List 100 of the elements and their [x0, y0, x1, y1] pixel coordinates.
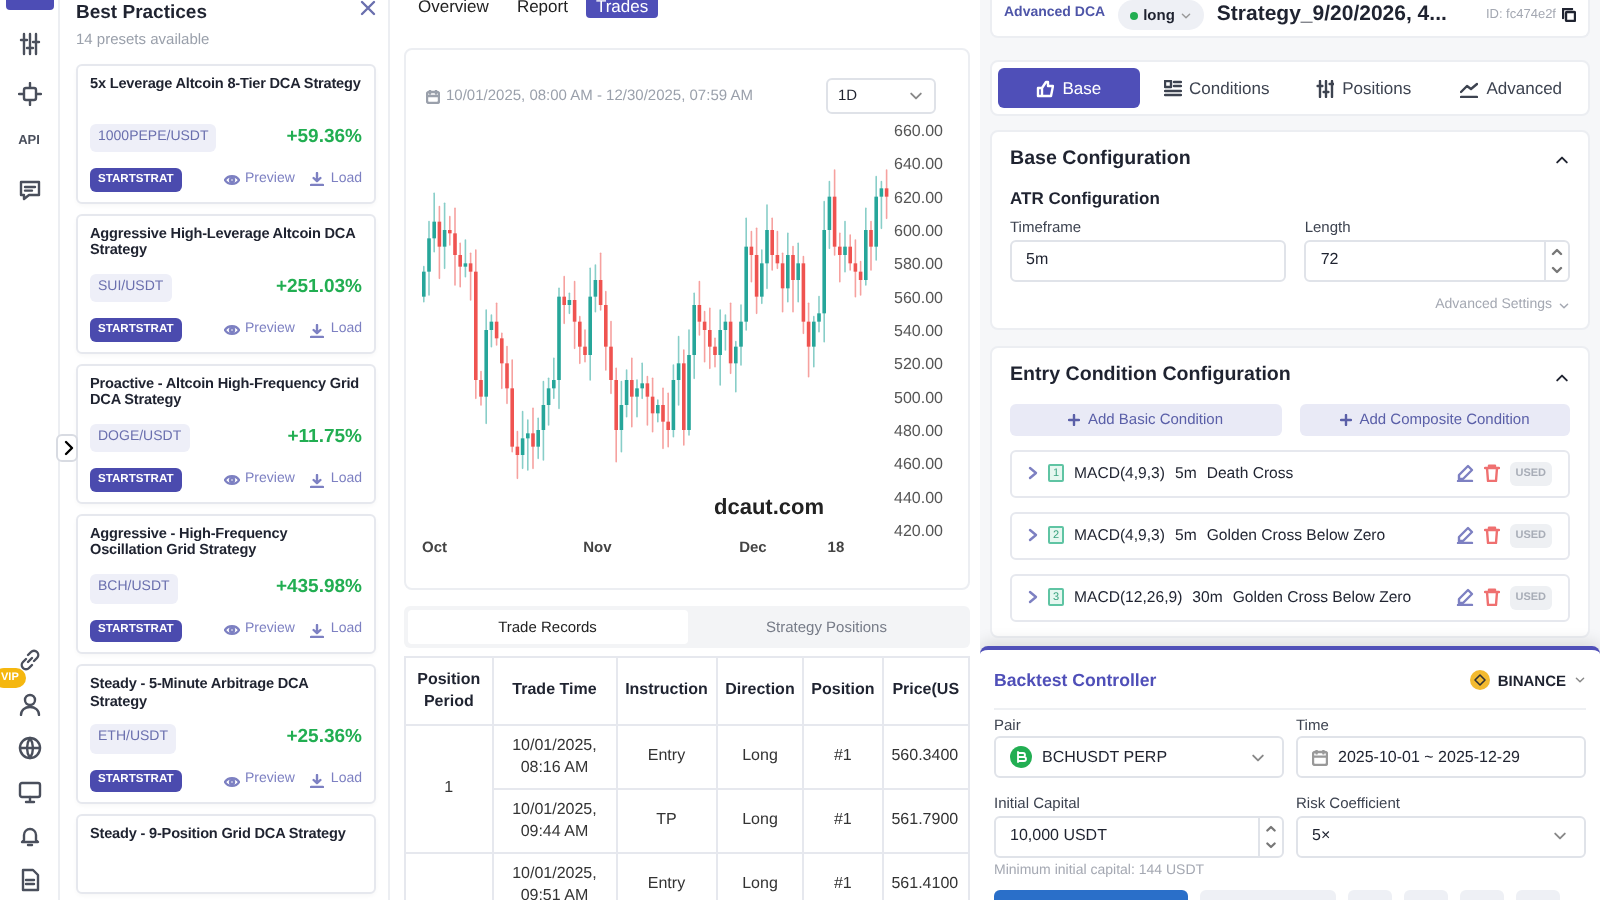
- expand-icon[interactable]: [1028, 528, 1038, 543]
- table-cell: #1: [803, 725, 883, 790]
- eye-icon: [223, 324, 240, 337]
- calendar-icon: [1312, 749, 1328, 766]
- view-tab[interactable]: Overview: [408, 0, 499, 18]
- return-value: +251.03%: [275, 273, 362, 302]
- trash-icon[interactable]: [1483, 588, 1500, 607]
- stepper-icon[interactable]: [1544, 241, 1568, 280]
- plus-icon: [1339, 413, 1352, 426]
- table-cell: Long: [716, 725, 804, 790]
- monitor-icon[interactable]: [17, 780, 41, 804]
- column-header: Position: [803, 657, 883, 726]
- table-cell: 10/01/2025, 09:44 AM: [492, 789, 617, 854]
- hand-icon: [1036, 79, 1055, 97]
- config-tab[interactable]: Conditions: [1145, 68, 1287, 108]
- return-value: +25.36%: [286, 724, 362, 753]
- axis-tick-label: 500.00: [894, 388, 943, 407]
- caret-icon: [1574, 674, 1586, 687]
- download-icon: [310, 623, 325, 638]
- axis-tick-label: 440.00: [894, 488, 943, 507]
- strategy-name: Strategy_9/20/2026, 4...: [1216, 0, 1447, 30]
- config-tab[interactable]: Base: [998, 68, 1140, 108]
- coin-icon: [1469, 670, 1490, 691]
- input-field[interactable]: 5m: [1010, 239, 1287, 282]
- bell-icon[interactable]: [17, 824, 41, 848]
- edit-icon[interactable]: [1455, 588, 1474, 607]
- table-cell: Entry: [616, 725, 717, 790]
- edit-icon[interactable]: [1455, 526, 1474, 545]
- caret-icon: [1558, 299, 1570, 312]
- expand-icon[interactable]: [1028, 466, 1038, 481]
- table-cell: TP: [616, 789, 717, 854]
- chevron-icon: [61, 440, 73, 456]
- axis-tick-label: 540.00: [894, 322, 943, 340]
- edit-icon[interactable]: [1455, 464, 1474, 483]
- axis-tick-label: 580.00: [894, 255, 943, 274]
- axis-tick-label: 640.00: [894, 155, 943, 174]
- document-icon[interactable]: [17, 868, 41, 892]
- collapse-icon[interactable]: [1554, 369, 1570, 386]
- table-cell: 1: [405, 725, 493, 854]
- sliders-icon[interactable]: [17, 32, 41, 56]
- chart-line-icon: [1460, 79, 1479, 97]
- axis-tick-label: 520.00: [894, 355, 943, 374]
- collapse-icon[interactable]: [1554, 152, 1570, 169]
- stepper-icon[interactable]: [1258, 817, 1282, 856]
- collapse-button[interactable]: [56, 434, 78, 462]
- calendar-icon: [426, 89, 440, 103]
- axis-tick-label: 660.00: [894, 122, 943, 140]
- select-field[interactable]: 5×: [1296, 815, 1586, 858]
- panel-title: Backtest Controller: [994, 667, 1157, 694]
- column-header: Trade Time: [492, 657, 617, 726]
- globe-icon[interactable]: [17, 736, 41, 760]
- view-tab[interactable]: Report: [506, 0, 578, 18]
- link-icon[interactable]: [17, 648, 41, 672]
- download-icon: [310, 774, 325, 789]
- chip-icon[interactable]: [17, 82, 41, 106]
- sliders-icon: [1316, 79, 1335, 97]
- caret-icon: [1250, 749, 1266, 766]
- section-title: Base Configuration: [1010, 146, 1191, 174]
- close-icon[interactable]: [360, 0, 376, 16]
- download-icon: [310, 172, 325, 187]
- return-value: +11.75%: [287, 424, 362, 452]
- eye-icon: [223, 775, 240, 788]
- logo-block[interactable]: [5, 0, 53, 10]
- caret-icon: [1552, 828, 1568, 845]
- eye-icon: [223, 474, 240, 487]
- expand-icon[interactable]: [1028, 590, 1038, 605]
- input-field[interactable]: 2025-10-01 ~ 2025-12-29: [1296, 736, 1586, 779]
- caret-icon: [908, 88, 924, 104]
- column-header: Instruction: [616, 657, 717, 726]
- column-header: Price(US: [882, 657, 969, 726]
- table-cell: 10/01/2025, 08:16 AM: [492, 725, 617, 790]
- user-icon[interactable]: [17, 692, 41, 716]
- input-field[interactable]: 10,000 USDT: [994, 815, 1284, 858]
- view-tab[interactable]: Trades: [585, 0, 659, 18]
- coin-icon: [1010, 746, 1032, 769]
- trash-icon[interactable]: [1483, 526, 1500, 545]
- table-cell: 560.3400: [882, 725, 969, 790]
- axis-tick-label: 460.00: [894, 455, 943, 474]
- column-header: Position Period: [405, 657, 493, 726]
- chat-icon[interactable]: [17, 177, 41, 202]
- eye-icon: [223, 173, 240, 186]
- config-tab[interactable]: Positions: [1293, 68, 1435, 108]
- copy-icon[interactable]: [1562, 8, 1576, 22]
- download-icon: [310, 323, 325, 338]
- panel-title: Best Practices: [76, 0, 209, 28]
- select-field[interactable]: BCHUSDT PERP: [994, 736, 1284, 779]
- config-tab[interactable]: Advanced: [1440, 68, 1582, 108]
- axis-tick-label: 560.00: [894, 288, 943, 307]
- column-header: Direction: [716, 657, 804, 726]
- input-field[interactable]: 72: [1304, 239, 1570, 282]
- table-cell: #1: [803, 789, 883, 854]
- axis-tick-label: 480.00: [894, 422, 943, 440]
- table-cell: 561.7900: [882, 789, 969, 854]
- return-value: +59.36%: [286, 123, 362, 152]
- section-title: Entry Condition Configuration: [1010, 362, 1291, 391]
- axis-tick-label: 420.00: [894, 522, 943, 540]
- axis-tick-label: 620.00: [894, 188, 943, 207]
- chart-watermark: dcaut.com: [714, 496, 825, 520]
- trash-icon[interactable]: [1483, 464, 1500, 483]
- subsection-title: ATR Configuration: [1010, 185, 1162, 211]
